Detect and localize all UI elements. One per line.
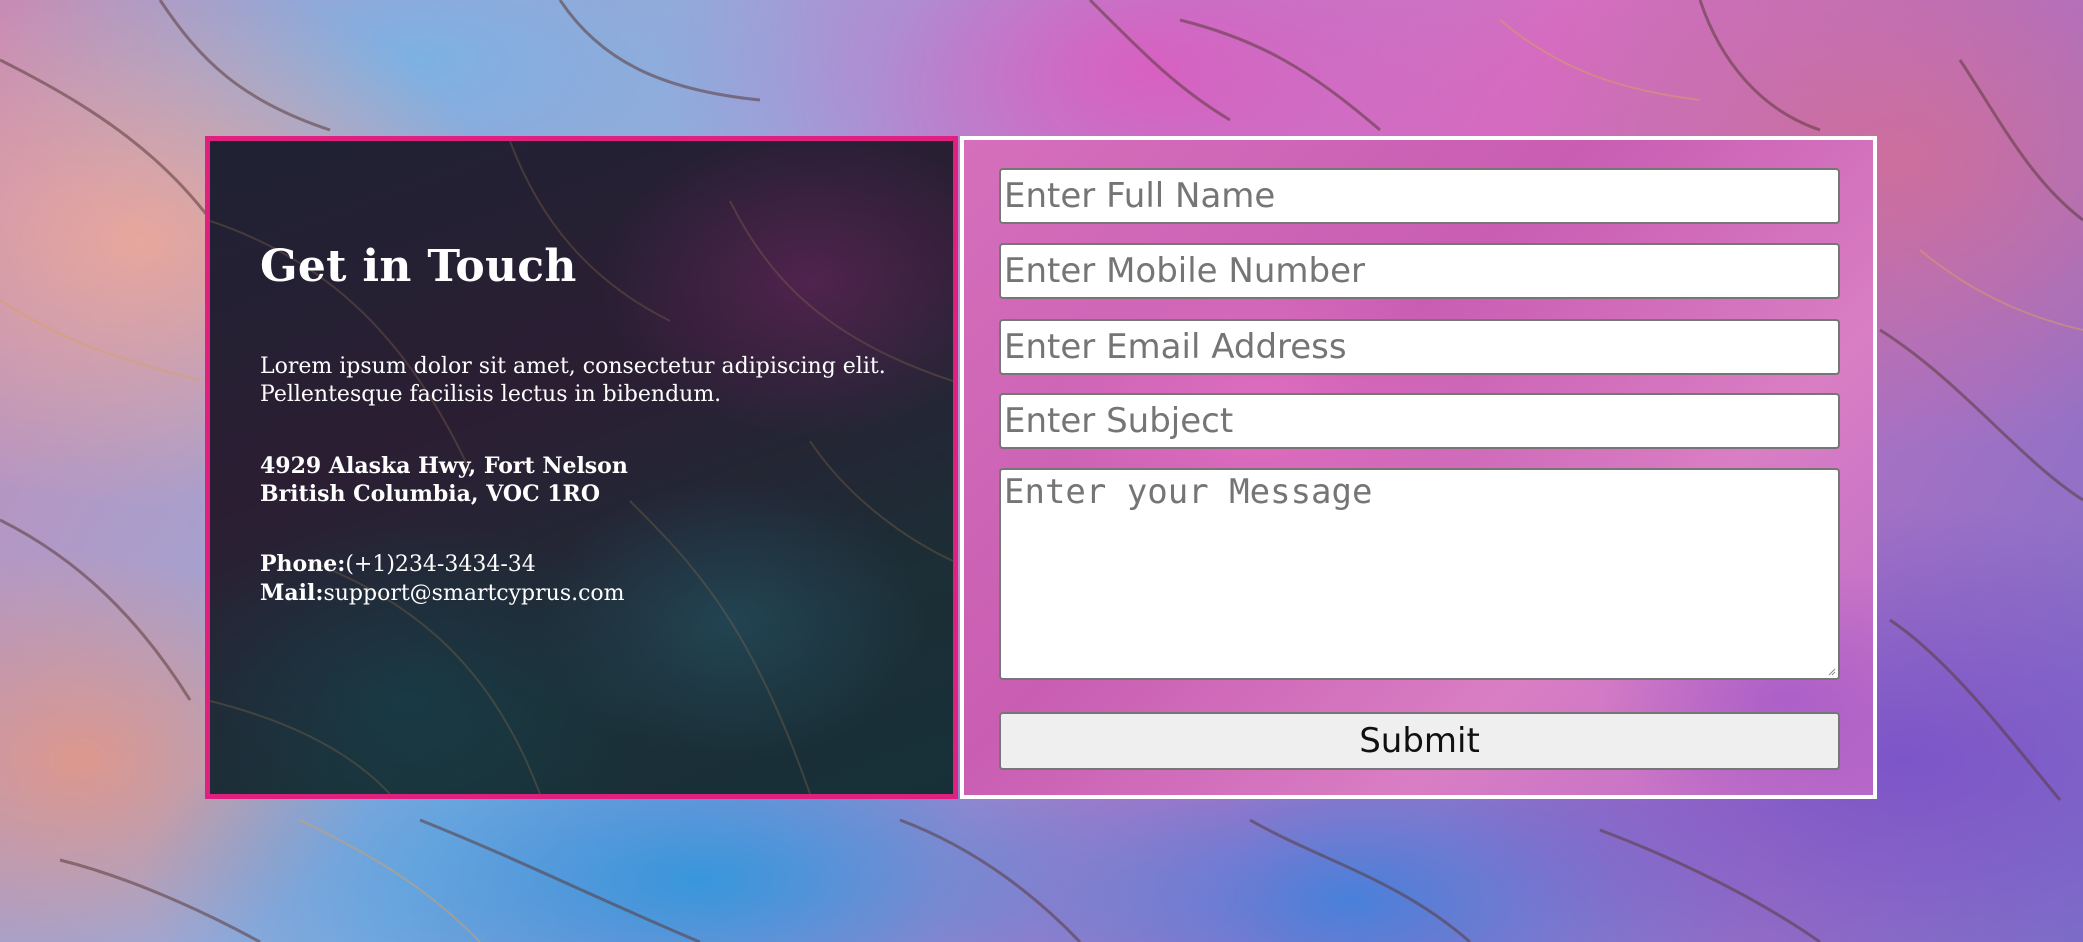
full-name-placeholder: Enter Full Name: [1004, 176, 1276, 216]
mail-label: Mail:: [260, 580, 324, 606]
mobile-number-placeholder: Enter Mobile Number: [1004, 251, 1365, 291]
mail-row: Mail:support@smartcyprus.com: [260, 579, 625, 608]
address-line-2: British Columbia, VOC 1RO: [260, 481, 601, 507]
contact-details: Phone:(+1)234-3434-34 Mail:support@smart…: [260, 550, 625, 608]
subject-placeholder: Enter Subject: [1004, 401, 1234, 441]
submit-button[interactable]: Submit: [999, 712, 1840, 770]
subject-field[interactable]: Enter Subject: [999, 393, 1840, 449]
message-placeholder: Enter your Message: [1004, 472, 1373, 512]
mail-value: support@smartcyprus.com: [323, 581, 625, 606]
email-field[interactable]: Enter Email Address: [999, 319, 1840, 375]
address: 4929 Alaska Hwy, Fort Nelson British Col…: [260, 452, 628, 508]
message-textarea[interactable]: Enter your Message: [999, 468, 1840, 680]
contact-info-panel: Get in Touch Lorem ipsum dolor sit amet,…: [205, 136, 958, 799]
phone-row: Phone:(+1)234-3434-34: [260, 550, 625, 579]
address-line-1: 4929 Alaska Hwy, Fort Nelson: [260, 453, 628, 479]
contact-form: Enter Full Name Enter Mobile Number Ente…: [960, 136, 1877, 799]
email-placeholder: Enter Email Address: [1004, 327, 1347, 367]
phone-label: Phone:: [260, 551, 346, 577]
page-title: Get in Touch: [260, 241, 577, 292]
mobile-number-field[interactable]: Enter Mobile Number: [999, 243, 1840, 299]
resize-grip-icon[interactable]: [1828, 668, 1836, 676]
full-name-field[interactable]: Enter Full Name: [999, 168, 1840, 224]
intro-text: Lorem ipsum dolor sit amet, consectetur …: [260, 354, 886, 407]
phone-value: (+1)234-3434-34: [345, 552, 536, 577]
